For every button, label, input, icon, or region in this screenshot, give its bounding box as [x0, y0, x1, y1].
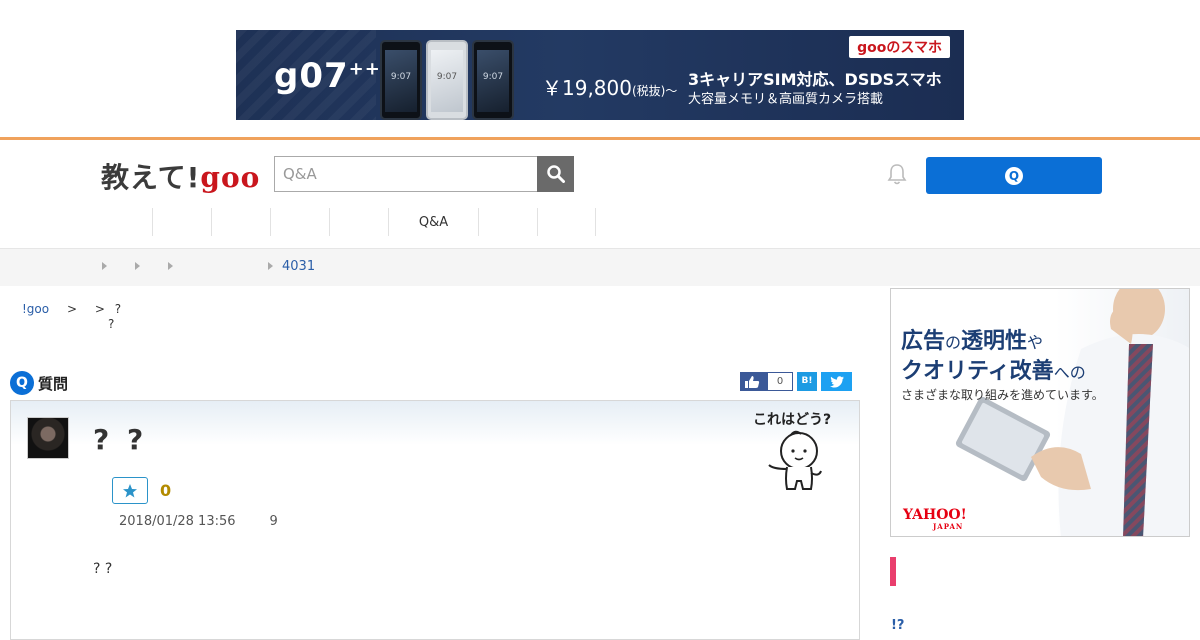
- category-nav: Q&A: [152, 208, 596, 236]
- ad-headline-2: クオリティ改善への: [901, 359, 1086, 384]
- avatar[interactable]: [27, 417, 69, 459]
- breadcrumb-home-link[interactable]: !goo: [22, 302, 49, 316]
- breadcrumb-arrow-icon: [168, 262, 173, 270]
- favorite-button[interactable]: [112, 477, 148, 504]
- sub-breadcrumb: !goo > > ? ?: [22, 302, 122, 331]
- nav-item[interactable]: [478, 208, 537, 236]
- question-section-title: 質問: [38, 374, 69, 393]
- nav-item-qa[interactable]: Q&A: [388, 208, 478, 236]
- site-logo[interactable]: 教えて!goo: [101, 156, 260, 196]
- breadcrumb: 4031: [0, 248, 1200, 286]
- nav-item[interactable]: [329, 208, 388, 236]
- header-divider: [0, 137, 1200, 140]
- view-count: 9: [269, 514, 278, 529]
- section-accent-bar: [890, 557, 896, 586]
- ad-headline: 3キャリアSIM対応、DSDSスマホ: [688, 70, 942, 89]
- question-card: ? ? 0 2018/01/28 13:56 9 ? ? これはどう?: [10, 400, 860, 640]
- phone-image: 9:07: [426, 40, 468, 120]
- favorite-count: 0: [160, 481, 172, 500]
- nav-item[interactable]: [211, 208, 270, 236]
- question-section-header: Q 質問: [10, 371, 68, 395]
- nav-item[interactable]: [152, 208, 211, 236]
- nav-item[interactable]: [270, 208, 329, 236]
- ad-brand-logo: gooのスマホ: [849, 36, 950, 58]
- question-icon: Q: [1005, 166, 1023, 185]
- breadcrumb-arrow-icon: [135, 262, 140, 270]
- ad-price: ￥19,800(税抜)～: [542, 76, 678, 100]
- search-icon: [546, 165, 565, 183]
- side-banner-ad[interactable]: 広告の透明性や クオリティ改善への さまざまな取り組みを進めています。 YAHO…: [890, 288, 1190, 537]
- ad-subline: 大容量メモリ＆高画質カメラ搭載: [688, 92, 884, 107]
- question-date: 2018/01/28 13:56: [119, 514, 236, 529]
- share-buttons: 0 B!: [740, 372, 852, 391]
- mascot-illustration: これはどう?: [751, 407, 851, 497]
- question-mark-icon: Q: [10, 371, 34, 395]
- mascot-character-icon: [768, 430, 822, 490]
- thumbs-up-icon: [745, 375, 760, 388]
- facebook-like-count: 0: [767, 372, 793, 391]
- question-meta: 2018/01/28 13:56 9: [119, 514, 278, 529]
- search-input[interactable]: [274, 156, 538, 192]
- ad-subtext: さまざまな取り組みを進めています。: [901, 388, 1104, 402]
- question-body: ? ?: [93, 561, 113, 577]
- breadcrumb-arrow-icon: [102, 262, 107, 270]
- star-icon: [123, 483, 137, 497]
- phone-image: 9:07: [472, 40, 514, 120]
- phone-image: 9:07: [380, 40, 422, 120]
- hatena-bookmark-button[interactable]: B!: [797, 372, 817, 391]
- side-question-link[interactable]: !?: [891, 618, 904, 633]
- twitter-share-button[interactable]: [821, 372, 852, 391]
- ad-model-name: g07++: [274, 56, 381, 96]
- facebook-like-button[interactable]: 0: [740, 372, 793, 391]
- nav-item[interactable]: [537, 208, 596, 236]
- question-title: ? ?: [93, 423, 148, 456]
- top-banner-ad[interactable]: g07++ 9:07 9:07 9:07 ￥19,800(税抜)～ gooのスマ…: [236, 30, 964, 120]
- breadcrumb-current-cont: ?: [108, 317, 115, 331]
- search-button[interactable]: [537, 156, 574, 192]
- yahoo-japan-logo: YAHOO! JAPAN: [903, 507, 967, 531]
- breadcrumb-current: ?: [114, 302, 122, 316]
- ad-headline-1: 広告の透明性や: [901, 329, 1044, 354]
- search-form: [274, 156, 574, 192]
- notification-bell-icon[interactable]: [886, 162, 908, 190]
- twitter-bird-icon: [829, 375, 844, 388]
- ask-question-button[interactable]: Q: [926, 157, 1102, 194]
- breadcrumb-arrow-icon: [268, 262, 273, 270]
- breadcrumb-category-count[interactable]: 4031: [282, 259, 315, 274]
